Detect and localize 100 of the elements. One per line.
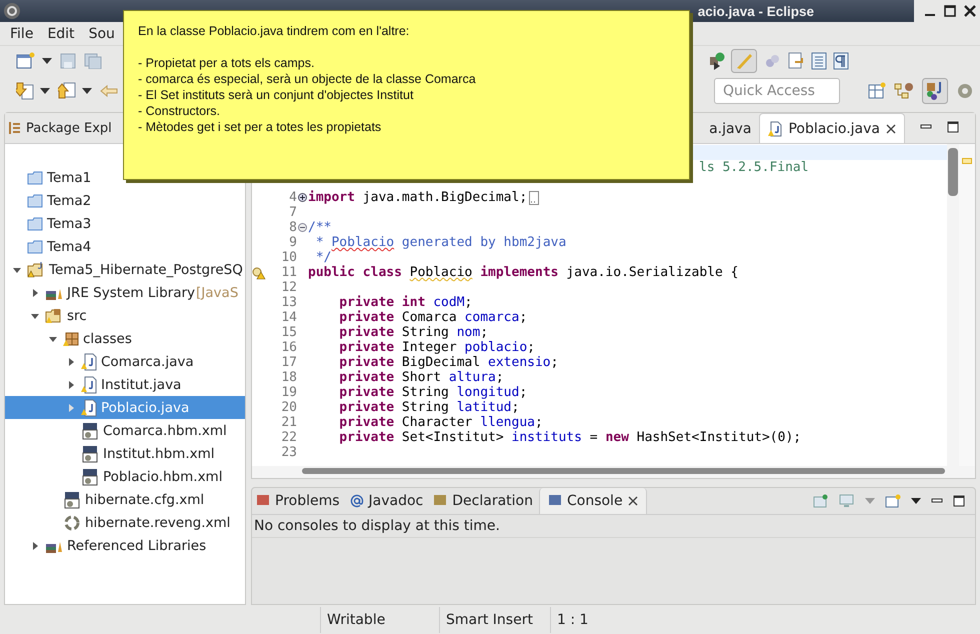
caret-icon[interactable] <box>42 58 52 64</box>
view-tab[interactable]: Declaration <box>429 488 537 514</box>
collapsed-icon[interactable] <box>66 380 76 390</box>
collapse-icon[interactable] <box>298 223 306 232</box>
tree-item[interactable]: Tema5_Hibernate_PostgreSQ <box>5 258 243 281</box>
line-number: 22 <box>281 430 297 445</box>
folder-icon <box>27 194 43 208</box>
note-item: - Mètodes get i set per a totes les propietats <box>138 119 382 135</box>
code-line: public class Poblacio implements java.io.Serializable { <box>307 265 738 280</box>
tree-item[interactable]: classes <box>5 327 132 350</box>
tree-label: Poblacio.hbm.xml <box>103 468 222 484</box>
package-icon <box>63 330 79 346</box>
recycle-icon <box>63 514 81 530</box>
folder-icon <box>27 262 45 278</box>
tree-label: Tema4 <box>47 238 92 254</box>
caret-icon[interactable] <box>911 498 921 504</box>
code-line: private String latitud; <box>338 400 520 415</box>
folded-code-icon[interactable] <box>529 190 540 204</box>
code-line: * Poblacio generated by hbm2java <box>314 235 566 250</box>
menu-item[interactable]: Sou <box>88 26 115 42</box>
tree-item[interactable]: src <box>5 304 87 327</box>
java-perspective-icon[interactable] <box>922 78 948 104</box>
java-file-icon <box>81 352 97 370</box>
tree-item[interactable]: Institut.hbm.xml <box>5 442 215 465</box>
code-line: private Short altura; <box>338 370 504 385</box>
tab-label: Declaration <box>452 493 533 509</box>
line-number: 13 <box>281 295 297 310</box>
tree-label: hibernate.cfg.xml <box>85 492 204 508</box>
tab-label: Package Expl <box>26 120 112 136</box>
scrollbar-thumb[interactable] <box>948 148 958 196</box>
new-icon[interactable] <box>16 52 36 70</box>
tree-label: Tema1 <box>47 170 92 186</box>
view-icon <box>548 494 562 508</box>
collapsed-icon[interactable] <box>30 288 40 298</box>
hierarchy-icon[interactable] <box>894 82 914 100</box>
view-icon <box>433 494 448 508</box>
line-number: 19 <box>281 385 297 400</box>
line-number: 12 <box>281 280 297 295</box>
line-number: 8 <box>289 220 297 235</box>
app-icon[interactable] <box>3 2 21 20</box>
close-icon[interactable] <box>628 496 638 506</box>
collapsed-icon[interactable] <box>30 540 40 550</box>
tree-item[interactable]: Institut.java <box>5 373 182 396</box>
note-item: - comarca és especial, serà un objecte de la classe Comarca <box>138 71 477 87</box>
tree-label: Institut.hbm.xml <box>103 446 215 462</box>
next-annotation-icon[interactable] <box>16 81 34 101</box>
new-console-icon[interactable] <box>885 494 901 508</box>
tree-label: Tema2 <box>47 192 92 208</box>
line-number: 18 <box>281 370 297 385</box>
package-explorer-tab[interactable]: Package Expl <box>5 113 116 143</box>
document-icon[interactable] <box>811 52 827 70</box>
editor-tab[interactable]: Poblacio.java <box>759 113 905 143</box>
tree-item[interactable]: Referenced Libraries <box>5 534 206 557</box>
tree-item[interactable]: Comarca.hbm.xml <box>5 419 227 442</box>
window-title: acio.java - Eclipse <box>698 4 814 18</box>
close-icon[interactable] <box>964 5 976 17</box>
pin-icon[interactable] <box>813 494 829 508</box>
collapsed-icon[interactable] <box>66 356 76 366</box>
open-perspective-icon[interactable] <box>868 82 886 100</box>
tree-item[interactable]: Tema3 <box>5 212 92 235</box>
note-item: - Propietat per a tots els camps. <box>138 55 316 71</box>
tree-item[interactable]: Comarca.java <box>5 350 194 373</box>
line-number: 11 <box>281 265 297 280</box>
run-icon[interactable] <box>709 51 725 71</box>
maximize-icon[interactable] <box>944 5 956 17</box>
tree-label: Tema5_Hibernate_PostgreSQ <box>49 262 243 278</box>
tree-item[interactable]: Tema1 <box>5 166 92 189</box>
scrollbar-thumb[interactable] <box>302 468 945 474</box>
tree-item[interactable]: Poblacio.hbm.xml <box>5 465 222 488</box>
editor-tab[interactable]: a.java <box>701 114 760 143</box>
maximize-icon[interactable] <box>947 121 959 133</box>
previous-annotation-icon[interactable] <box>58 81 76 101</box>
warning-marker[interactable] <box>962 158 972 164</box>
quick-access-field[interactable]: Quick Access <box>714 78 840 104</box>
view-tab[interactable]: Javadoc <box>346 488 428 514</box>
tree-item[interactable]: hibernate.reveng.xml <box>5 511 230 534</box>
caret-icon[interactable] <box>40 88 50 94</box>
tree-label: classes <box>83 330 132 346</box>
code-line: private int codM; <box>338 295 472 310</box>
code-line: import java.math.BigDecimal; <box>307 190 528 205</box>
close-icon[interactable] <box>886 124 896 134</box>
menu-item[interactable]: Edit <box>47 26 75 42</box>
menu-item[interactable]: File <box>10 26 34 42</box>
maximize-icon[interactable] <box>953 495 965 507</box>
tree-label: Tema3 <box>47 216 92 232</box>
view-tab[interactable]: Problems <box>252 488 344 514</box>
caret-icon[interactable] <box>82 88 92 94</box>
document-arrow-icon[interactable] <box>787 52 805 70</box>
view-tab[interactable]: Console <box>538 488 647 514</box>
note-item: - El Set instituts serà un conjunt d'objectes Institut <box>138 87 414 103</box>
line-number: 7 <box>289 205 297 220</box>
line-number: 21 <box>281 415 297 430</box>
tree-item[interactable]: hibernate.cfg.xml <box>5 488 204 511</box>
expand-icon[interactable] <box>298 193 306 202</box>
line-number: 10 <box>281 250 297 265</box>
line-number: 23 <box>281 445 297 460</box>
tree-item[interactable]: Tema2 <box>5 189 92 212</box>
tree-item[interactable]: JRE System Library[JavaS <box>5 281 238 304</box>
pilcrow-icon[interactable] <box>833 52 849 70</box>
tree-item[interactable]: Tema4 <box>5 235 92 258</box>
